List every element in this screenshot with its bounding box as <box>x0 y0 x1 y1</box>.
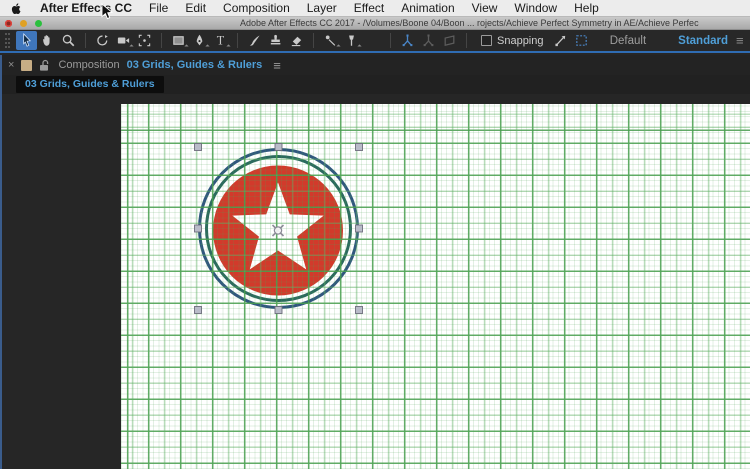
brush-tool[interactable] <box>244 31 265 50</box>
pen-tool[interactable] <box>189 31 210 50</box>
menu-item-window[interactable]: Window <box>514 1 557 15</box>
mouse-cursor <box>101 3 113 20</box>
eraser-tool[interactable] <box>286 31 307 50</box>
toolbar-separator <box>85 33 86 48</box>
after-effects-window: After Effects CC File Edit Composition L… <box>0 0 750 469</box>
workspace-standard-button[interactable]: Standard <box>678 35 728 47</box>
workspace-default-button[interactable]: Default <box>610 35 646 47</box>
menu-item-animation[interactable]: Animation <box>401 1 454 15</box>
menu-item-view[interactable]: View <box>472 1 498 15</box>
local-axis-mode[interactable] <box>397 31 418 50</box>
selection-handle[interactable] <box>274 306 283 314</box>
panel-label: Composition <box>58 59 120 71</box>
unlocked-padlock-icon[interactable] <box>39 59 51 72</box>
close-window-button[interactable] <box>5 20 12 27</box>
svg-text:T: T <box>217 34 225 48</box>
composition-canvas[interactable] <box>121 104 750 469</box>
snapping-checkbox[interactable] <box>481 35 492 46</box>
toolbar-separator <box>237 33 238 48</box>
type-tool[interactable]: T <box>210 31 231 50</box>
composition-viewer[interactable] <box>2 94 750 469</box>
traffic-lights <box>5 20 42 27</box>
window-title: Adobe After Effects CC 2017 - /Volumes/B… <box>240 18 699 28</box>
toolbar-separator <box>390 33 391 48</box>
hand-tool[interactable] <box>37 31 58 50</box>
selection-handle[interactable] <box>355 306 363 314</box>
selection-overlay <box>194 143 363 314</box>
panel-color-chip-icon <box>21 59 33 71</box>
workspace-more-icon[interactable]: ≡ <box>736 33 746 48</box>
snap-features-icon[interactable] <box>571 31 592 50</box>
snapping-control: Snapping <box>481 35 544 47</box>
view-axis-mode[interactable] <box>439 31 460 50</box>
zoom-window-button[interactable] <box>35 20 42 27</box>
panel-grip-handle[interactable] <box>5 33 10 48</box>
toolbar-separator <box>466 33 467 48</box>
anchor-point-icon[interactable] <box>271 224 285 237</box>
composition-panel: × Composition 03 Grids, Guides & Rulers … <box>0 55 750 469</box>
menu-item-effect[interactable]: Effect <box>354 1 384 15</box>
roto-brush-tool[interactable] <box>320 31 341 50</box>
selection-handle[interactable] <box>355 143 363 151</box>
snapping-label[interactable]: Snapping <box>497 35 544 47</box>
selection-handle[interactable] <box>194 224 202 233</box>
pan-behind-tool[interactable] <box>134 31 155 50</box>
panel-menu-icon[interactable]: ≡ <box>273 58 281 73</box>
zoom-tool[interactable] <box>58 31 79 50</box>
snap-guides-icon[interactable] <box>550 31 571 50</box>
rotation-tool[interactable] <box>92 31 113 50</box>
puppet-pin-tool[interactable] <box>341 31 362 50</box>
camera-tool[interactable] <box>113 31 134 50</box>
menu-item-help[interactable]: Help <box>574 1 599 15</box>
composition-name[interactable]: 03 Grids, Guides & Rulers <box>127 59 263 71</box>
selection-handle[interactable] <box>194 306 202 314</box>
menu-item-edit[interactable]: Edit <box>185 1 206 15</box>
toolbar-separator <box>313 33 314 48</box>
clone-stamp-tool[interactable] <box>265 31 286 50</box>
selection-handle[interactable] <box>274 143 283 151</box>
panel-close-icon[interactable]: × <box>8 59 14 71</box>
rectangle-tool[interactable] <box>168 31 189 50</box>
selection-handle[interactable] <box>194 143 202 151</box>
tools-panel: T Snapping Default Standard ≡ <box>0 30 750 53</box>
selection-arrow-icon <box>23 33 32 47</box>
composition-panel-header: × Composition 03 Grids, Guides & Rulers … <box>2 55 750 75</box>
minimize-window-button[interactable] <box>20 20 27 27</box>
apple-menu-icon[interactable] <box>10 2 23 15</box>
menu-item-layer[interactable]: Layer <box>307 1 337 15</box>
menu-item-composition[interactable]: Composition <box>223 1 290 15</box>
viewer-tab-row: 03 Grids, Guides & Rulers <box>2 75 750 94</box>
selection-tool[interactable] <box>16 31 37 50</box>
menu-item-file[interactable]: File <box>149 1 168 15</box>
viewer-tab[interactable]: 03 Grids, Guides & Rulers <box>16 76 164 93</box>
selection-handle[interactable] <box>355 224 363 233</box>
menu-item-app-name[interactable]: After Effects CC <box>40 1 132 15</box>
world-axis-mode[interactable] <box>418 31 439 50</box>
toolbar-separator <box>161 33 162 48</box>
